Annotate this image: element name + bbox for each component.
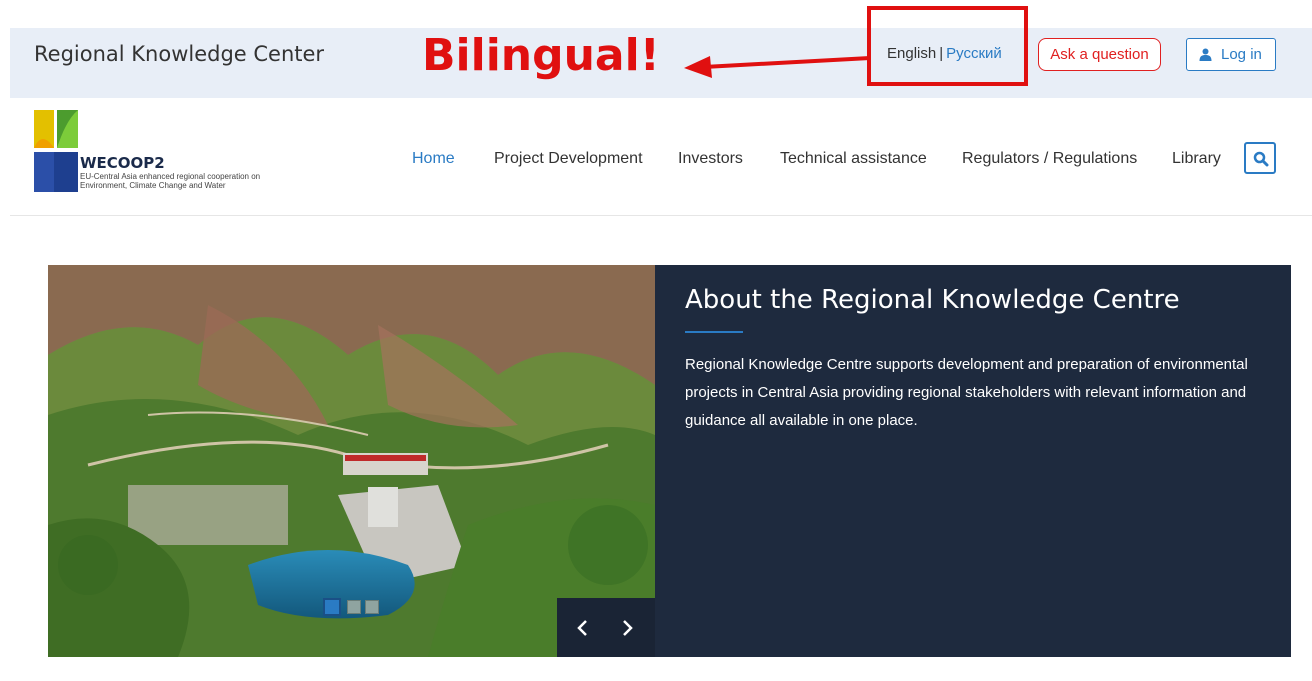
hero-slider: About the Regional Knowledge Centre Regi… xyxy=(48,265,1291,657)
search-icon xyxy=(1253,151,1269,167)
nav-regulators[interactable]: Regulators / Regulations xyxy=(962,150,1137,168)
logo[interactable]: WECOOP2 EU-Central Asia enhanced regiona… xyxy=(34,110,294,200)
chevron-right-icon[interactable] xyxy=(621,618,635,638)
search-button[interactable] xyxy=(1244,142,1276,174)
top-bar: Regional Knowledge Center Bilingual! Eng… xyxy=(10,6,1312,98)
logo-squares-icon xyxy=(34,110,78,192)
logo-name: WECOOP2 xyxy=(80,154,165,172)
lang-russian[interactable]: Русский xyxy=(946,45,1002,62)
user-icon xyxy=(1199,48,1212,61)
chevron-left-icon[interactable] xyxy=(575,618,589,638)
hero-divider xyxy=(685,331,743,333)
site-title[interactable]: Regional Knowledge Center xyxy=(34,42,324,66)
nav-project-development[interactable]: Project Development xyxy=(494,150,643,168)
slider-arrows xyxy=(557,598,655,657)
hero-text: About the Regional Knowledge Centre Regi… xyxy=(685,285,1275,435)
login-label: Log in xyxy=(1221,46,1262,63)
nav-investors[interactable]: Investors xyxy=(678,150,743,168)
language-switcher: English | Русский xyxy=(887,45,1002,62)
nav-home[interactable]: Home xyxy=(412,150,455,168)
login-button[interactable]: Log in xyxy=(1186,38,1276,71)
main-navbar: WECOOP2 EU-Central Asia enhanced regiona… xyxy=(10,98,1312,216)
arrow-left-icon xyxy=(684,56,871,78)
bilingual-annotation: Bilingual! xyxy=(422,30,660,81)
lang-english[interactable]: English xyxy=(887,45,936,62)
hero-description: Regional Knowledge Centre supports devel… xyxy=(685,356,1248,429)
lang-separator: | xyxy=(939,45,944,62)
slide-dot-2[interactable] xyxy=(347,600,361,614)
slide-dot-3[interactable] xyxy=(365,600,379,614)
logo-tagline: EU-Central Asia enhanced regional cooper… xyxy=(80,172,261,190)
nav-library[interactable]: Library xyxy=(1172,150,1221,168)
nav-technical-assistance[interactable]: Technical assistance xyxy=(780,150,927,168)
ask-question-button[interactable]: Ask a question xyxy=(1038,38,1161,71)
hero-title: About the Regional Knowledge Centre xyxy=(685,285,1180,315)
slide-dot-1[interactable] xyxy=(323,598,341,616)
